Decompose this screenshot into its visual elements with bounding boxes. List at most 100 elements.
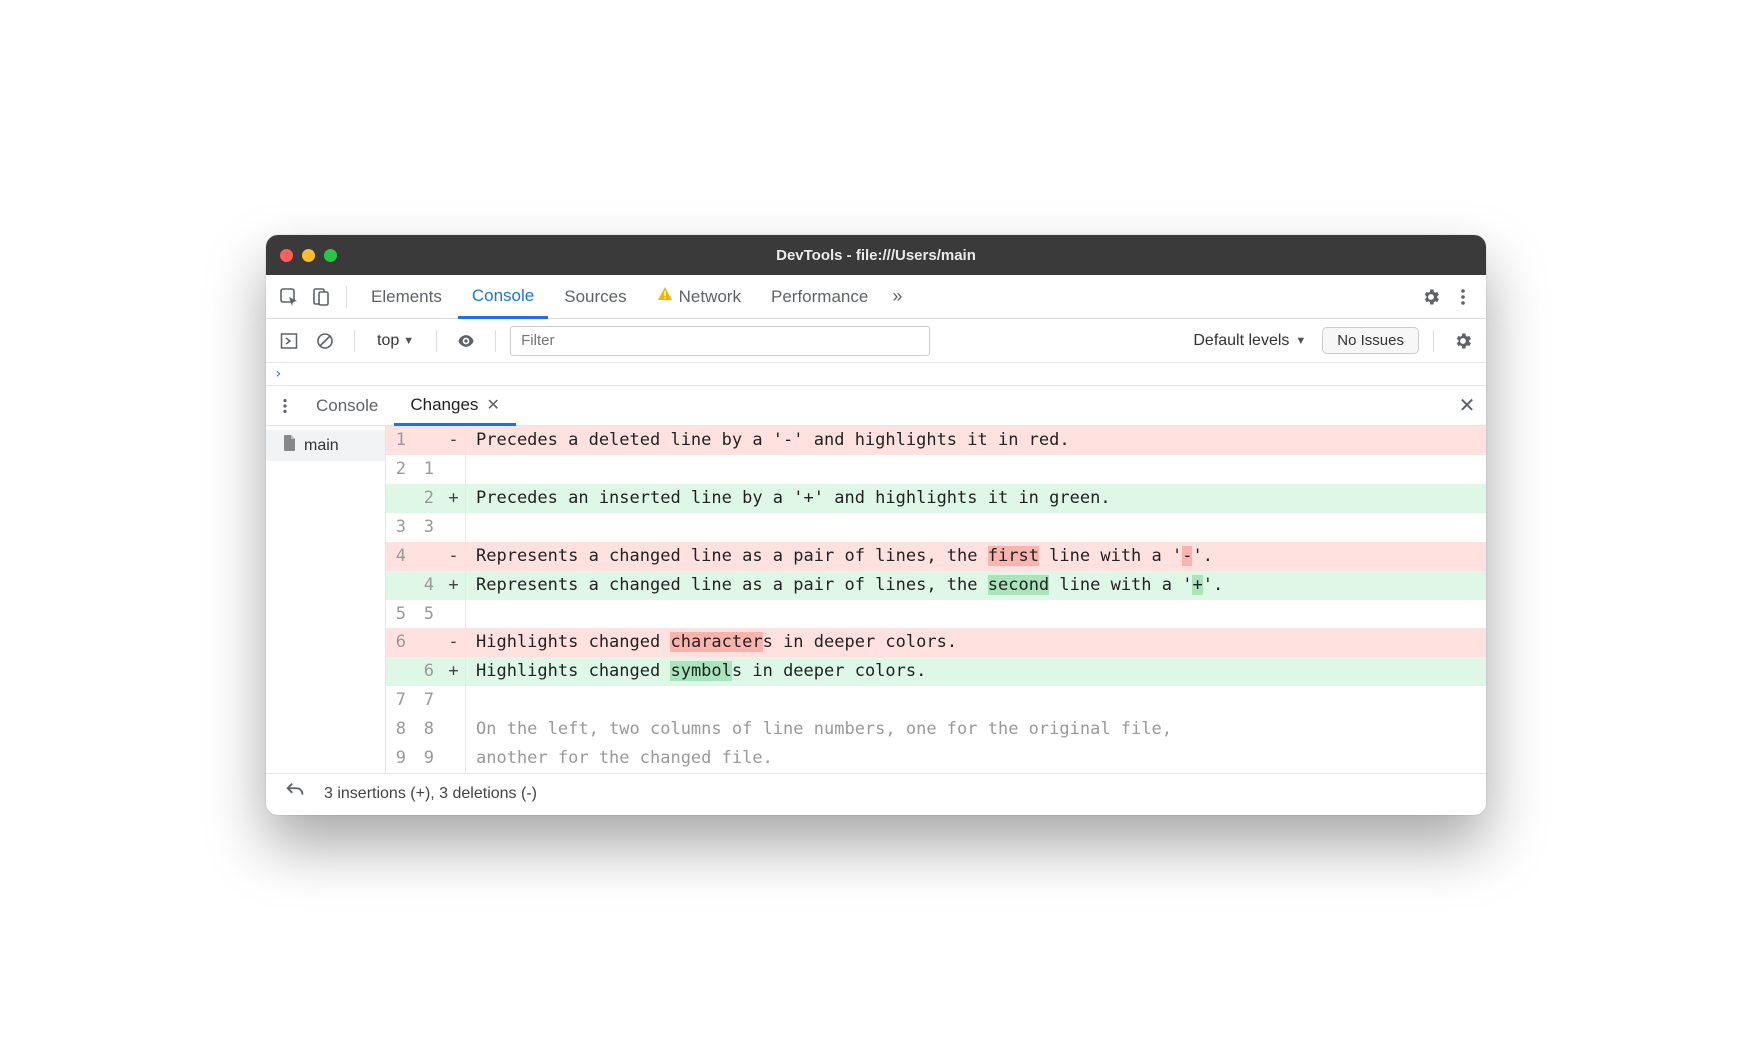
window-controls	[280, 249, 337, 262]
code-content: another for the changed file.	[466, 744, 1486, 773]
levels-label: Default levels	[1193, 332, 1289, 350]
old-line-number: 9	[386, 744, 414, 773]
new-line-number: 1	[414, 455, 442, 484]
diff-marker: -	[442, 426, 466, 455]
old-line-number: 6	[386, 628, 414, 657]
new-line-number	[414, 426, 442, 455]
tab-label: Console	[316, 396, 378, 416]
tab-elements[interactable]: Elements	[357, 275, 456, 319]
close-icon[interactable]: ✕	[486, 395, 499, 415]
old-line-number: 5	[386, 600, 414, 629]
code-content: Highlights changed characters in deeper …	[466, 628, 1486, 657]
context-selector[interactable]: top ▼	[369, 332, 422, 350]
new-line-number: 6	[414, 657, 442, 686]
code-content: Represents a changed line as a pair of l…	[466, 571, 1486, 600]
minimize-window-button[interactable]	[302, 249, 315, 262]
old-line-number	[386, 484, 414, 513]
new-line-number	[414, 542, 442, 571]
tab-label: Changes	[410, 395, 478, 415]
maximize-window-button[interactable]	[324, 249, 337, 262]
close-drawer-icon[interactable]: ✕	[1452, 391, 1482, 421]
code-content	[466, 600, 1486, 629]
separator	[1433, 330, 1434, 352]
issues-button[interactable]: No Issues	[1322, 327, 1419, 354]
drawer-tab-console[interactable]: Console	[300, 386, 394, 426]
tab-network[interactable]: Network	[643, 275, 755, 319]
chevron-down-icon: ▼	[403, 335, 414, 347]
new-line-number: 2	[414, 484, 442, 513]
old-line-number: 2	[386, 455, 414, 484]
diff-row: 21	[386, 455, 1486, 484]
new-line-number: 7	[414, 686, 442, 715]
diff-row: 99 another for the changed file.	[386, 744, 1486, 773]
code-content	[466, 455, 1486, 484]
old-line-number: 8	[386, 715, 414, 744]
main-tab-bar: Elements Console Sources Network Perform…	[266, 275, 1486, 319]
drawer-tab-bar: Console Changes ✕ ✕	[266, 386, 1486, 426]
diff-row: 4-Represents a changed line as a pair of…	[386, 542, 1486, 571]
tab-console[interactable]: Console	[458, 275, 548, 319]
diff-row: 55	[386, 600, 1486, 629]
warning-icon	[657, 286, 673, 307]
device-toggle-icon[interactable]	[306, 282, 336, 312]
diff-marker	[442, 600, 466, 629]
new-line-number: 5	[414, 600, 442, 629]
console-settings-icon[interactable]	[1448, 326, 1478, 356]
window-title: DevTools - file:///Users/main	[266, 247, 1486, 264]
changes-status-bar: 3 insertions (+), 3 deletions (-)	[266, 773, 1486, 815]
show-console-sidebar-icon[interactable]	[274, 326, 304, 356]
more-tabs-button[interactable]: »	[884, 286, 910, 307]
code-content	[466, 686, 1486, 715]
diff-row: 88On the left, two columns of line numbe…	[386, 715, 1486, 744]
diff-row: 2+Precedes an inserted line by a '+' and…	[386, 484, 1486, 513]
tab-label: Console	[472, 286, 534, 306]
diff-row: 77	[386, 686, 1486, 715]
diff-marker	[442, 513, 466, 542]
settings-icon[interactable]	[1416, 282, 1446, 312]
inspect-icon[interactable]	[274, 282, 304, 312]
drawer-menu-icon[interactable]	[270, 391, 300, 421]
console-input-area[interactable]: ›	[266, 363, 1486, 386]
diff-marker: -	[442, 542, 466, 571]
new-line-number: 9	[414, 744, 442, 773]
diff-marker	[442, 715, 466, 744]
diff-row: 4+Represents a changed line as a pair of…	[386, 571, 1486, 600]
tab-label: Elements	[371, 287, 442, 307]
kebab-menu-icon[interactable]	[1448, 282, 1478, 312]
separator	[436, 330, 437, 352]
diff-row: 1-Precedes a deleted line by a '-' and h…	[386, 426, 1486, 455]
old-line-number	[386, 657, 414, 686]
old-line-number: 7	[386, 686, 414, 715]
code-content: Precedes an inserted line by a '+' and h…	[466, 484, 1486, 513]
tab-label: Sources	[564, 287, 626, 307]
diff-marker	[442, 686, 466, 715]
live-expression-icon[interactable]	[451, 326, 481, 356]
file-icon	[282, 434, 298, 457]
code-content: Precedes a deleted line by a '-' and hig…	[466, 426, 1486, 455]
close-window-button[interactable]	[280, 249, 293, 262]
new-line-number: 4	[414, 571, 442, 600]
tab-sources[interactable]: Sources	[550, 275, 640, 319]
log-levels-selector[interactable]: Default levels ▼	[1183, 332, 1316, 350]
diff-row: 6+Highlights changed symbols in deeper c…	[386, 657, 1486, 686]
diff-marker	[442, 744, 466, 773]
filter-input[interactable]	[510, 326, 930, 356]
diff-marker: -	[442, 628, 466, 657]
tab-performance[interactable]: Performance	[757, 275, 882, 319]
clear-console-icon[interactable]	[310, 326, 340, 356]
code-content	[466, 513, 1486, 542]
diff-marker: +	[442, 571, 466, 600]
diff-summary: 3 insertions (+), 3 deletions (-)	[324, 785, 537, 803]
diff-row: 33	[386, 513, 1486, 542]
separator	[354, 330, 355, 352]
separator	[495, 330, 496, 352]
revert-icon[interactable]	[278, 780, 312, 808]
new-line-number	[414, 628, 442, 657]
file-item[interactable]: main	[266, 430, 385, 461]
drawer-tab-changes[interactable]: Changes ✕	[394, 386, 515, 426]
console-toolbar: top ▼ Default levels ▼ No Issues	[266, 319, 1486, 363]
new-line-number: 3	[414, 513, 442, 542]
file-name: main	[304, 437, 339, 455]
diff-row: 6-Highlights changed characters in deepe…	[386, 628, 1486, 657]
old-line-number: 1	[386, 426, 414, 455]
